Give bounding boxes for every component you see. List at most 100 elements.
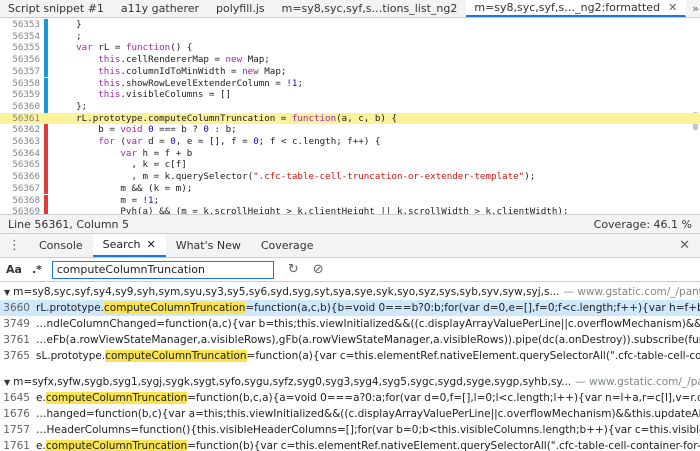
- coverage-marker: [44, 19, 48, 31]
- line-number[interactable]: 56363: [0, 136, 40, 148]
- coverage-marker: [44, 30, 48, 43]
- result-row[interactable]: 1757 …HeaderColumns=function(){this.visib…: [0, 422, 700, 438]
- code-text: Pvh(a) && (m = k.scrollHeight > k.client…: [54, 206, 569, 214]
- tabs-overflow-icon[interactable]: »: [686, 0, 700, 17]
- code-line[interactable]: 56368 m = !1;: [0, 194, 700, 207]
- tab-what-s-new[interactable]: What's New: [166, 234, 251, 257]
- result-text-post: =function(a){var c=this.elementRef.nativ…: [246, 350, 700, 362]
- line-number[interactable]: 56361: [0, 113, 40, 125]
- line-number[interactable]: 56369: [0, 206, 40, 214]
- result-text: …ndleColumnChanged=function(a,c){var b=t…: [36, 318, 700, 330]
- line-number[interactable]: 56364: [0, 148, 40, 160]
- code-text: m = !1;: [54, 194, 160, 206]
- coverage-marker: [44, 42, 48, 55]
- code-text: ;: [54, 30, 82, 42]
- tab-label: Search: [102, 238, 141, 251]
- result-text-pre: …eFb(a.rowViewStateManager,a.visibleRows…: [36, 334, 700, 346]
- coverage-readout[interactable]: Coverage: 46.1 %: [594, 218, 692, 231]
- coverage-marker: [44, 206, 48, 214]
- line-number[interactable]: 56357: [0, 66, 40, 78]
- drawer-menu-icon[interactable]: ⋮: [0, 234, 29, 257]
- code-line[interactable]: 56366 , m = k.querySelector(".cfc-table-…: [0, 171, 700, 183]
- editor-status-bar: Line 56361, Column 5 Coverage: 46.1 %: [0, 214, 700, 234]
- result-row[interactable]: 1761 e.computeColumnTruncation=function(b…: [0, 438, 700, 451]
- result-row[interactable]: 3749 …ndleColumnChanged=function(a,c){var…: [0, 316, 700, 332]
- code-line[interactable]: 56354 ;: [0, 30, 700, 43]
- line-number[interactable]: 56353: [0, 19, 40, 31]
- result-line-number: 3761: [3, 334, 30, 346]
- file-tab[interactable]: Script snippet #1: [0, 0, 113, 17]
- result-file-name: m=syfx,syfw,sygb,syg1,sygj,sygk,sygt,syf…: [13, 376, 572, 388]
- code-line[interactable]: 56367 m && (k = m);: [0, 182, 700, 195]
- refresh-icon[interactable]: ↻: [288, 262, 299, 277]
- coverage-marker: [44, 194, 48, 207]
- code-line[interactable]: 56355 var rL = function() {: [0, 42, 700, 55]
- code-line[interactable]: 56360 };: [0, 100, 700, 113]
- line-number[interactable]: 56366: [0, 171, 40, 183]
- code-line[interactable]: 56364 var h = f + b: [0, 147, 700, 160]
- code-text: , k = c[f]: [54, 159, 187, 171]
- file-tab[interactable]: polyfill.js: [208, 0, 274, 17]
- result-row[interactable]: 3660 rL.prototype.computeColumnTruncation…: [0, 300, 700, 316]
- line-number[interactable]: 56365: [0, 159, 40, 171]
- result-file-header[interactable]: ▼ m=sy8,syc,syf,sy4,sy9,syh,sym,syu,sy3,s…: [0, 284, 700, 300]
- code-line[interactable]: 56357 this.columnIdToMinWidth = new Map;: [0, 65, 700, 78]
- result-file-header[interactable]: ▼ m=syfx,syfw,sygb,syg1,sygj,sygk,sygt,sy…: [0, 374, 700, 390]
- expand-triangle-icon[interactable]: ▼: [4, 378, 10, 387]
- code-line[interactable]: 56356 this.cellRendererMap = new Map;: [0, 54, 700, 66]
- tab-coverage[interactable]: Coverage: [251, 234, 324, 257]
- code-editor[interactable]: 56353 } 56354 ; 56355 var rL = function() …: [0, 18, 700, 214]
- result-row[interactable]: 1676 …hanged=function(b,c){var a=this;thi…: [0, 406, 700, 422]
- drawer-tab-strip: ⋮ Console Search ✕ What's New Coverage ✕: [0, 234, 700, 258]
- search-toolbar: Aa .* ↻ ⊘: [0, 258, 700, 282]
- regex-toggle[interactable]: .*: [32, 263, 42, 276]
- code-line[interactable]: 56365 , k = c[f]: [0, 159, 700, 172]
- line-number[interactable]: 56354: [0, 31, 40, 43]
- tab-search[interactable]: Search ✕: [92, 234, 166, 257]
- code-line[interactable]: 56353 }: [0, 19, 700, 31]
- result-row[interactable]: 1645 e.computeColumnTruncation=function(b…: [0, 390, 700, 406]
- tab-label: What's New: [175, 239, 241, 252]
- line-number[interactable]: 56358: [0, 78, 40, 90]
- coverage-marker: [44, 89, 48, 101]
- code-line[interactable]: 56369 Pvh(a) && (m = k.scrollHeight > k.…: [0, 206, 700, 214]
- result-row[interactable]: 3761 …eFb(a.rowViewStateManager,a.visible…: [0, 332, 700, 348]
- close-icon[interactable]: ✕: [668, 1, 677, 14]
- clear-icon[interactable]: ⊘: [313, 262, 324, 277]
- line-number[interactable]: 56362: [0, 124, 40, 136]
- line-number[interactable]: 56360: [0, 101, 40, 113]
- code-line[interactable]: 56363 for (var d = 0, e = [], f = 0; f <…: [0, 136, 700, 148]
- match-case-toggle[interactable]: Aa: [6, 263, 22, 276]
- close-drawer-icon[interactable]: ✕: [669, 234, 700, 257]
- result-line-number: 3749: [3, 318, 30, 330]
- file-tab[interactable]: m=sy8,syc,syf,s…_ng2:formatted ✕: [466, 0, 687, 17]
- result-line-number: 1761: [3, 440, 30, 451]
- line-number[interactable]: 56356: [0, 54, 40, 66]
- result-text-pre: rL.prototype.: [36, 302, 105, 314]
- coverage-marker: [44, 124, 48, 136]
- result-line-number: 1645: [3, 392, 30, 404]
- coverage-marker: [44, 147, 48, 160]
- line-number[interactable]: 56359: [0, 89, 40, 101]
- close-icon[interactable]: ✕: [146, 238, 155, 251]
- code-line[interactable]: 56361 rL.prototype.computeColumnTruncati…: [0, 112, 700, 125]
- expand-triangle-icon[interactable]: ▼: [4, 288, 10, 297]
- line-number[interactable]: 56367: [0, 183, 40, 195]
- file-tab[interactable]: a11y gatherer: [113, 0, 208, 17]
- line-number[interactable]: 56368: [0, 195, 40, 207]
- coverage-marker: [44, 54, 48, 66]
- code-line[interactable]: 56359 this.visibleColumns = []: [0, 89, 700, 101]
- tab-console[interactable]: Console: [29, 234, 93, 257]
- code-text: this.showRowLevelExtenderColumn = !1;: [98, 77, 303, 89]
- result-line-number: 1757: [3, 424, 30, 436]
- code-line[interactable]: 56362 b = void 0 === b ? 0 : b;: [0, 124, 700, 136]
- code-line[interactable]: 56358 this.showRowLevelExtenderColumn = …: [0, 77, 700, 90]
- result-text: rL.prototype.computeColumnTruncation=fun…: [36, 302, 700, 314]
- search-input[interactable]: [51, 260, 274, 279]
- result-text-pre: e.: [36, 440, 46, 451]
- file-tab[interactable]: m=sy8,syc,syf,s…tions_list_ng2: [274, 0, 467, 17]
- line-number[interactable]: 56355: [0, 42, 40, 54]
- result-row[interactable]: 3765 sL.prototype.computeColumnTruncation…: [0, 348, 700, 364]
- result-line-number: 3660: [3, 302, 30, 314]
- coverage-marker: [44, 100, 48, 113]
